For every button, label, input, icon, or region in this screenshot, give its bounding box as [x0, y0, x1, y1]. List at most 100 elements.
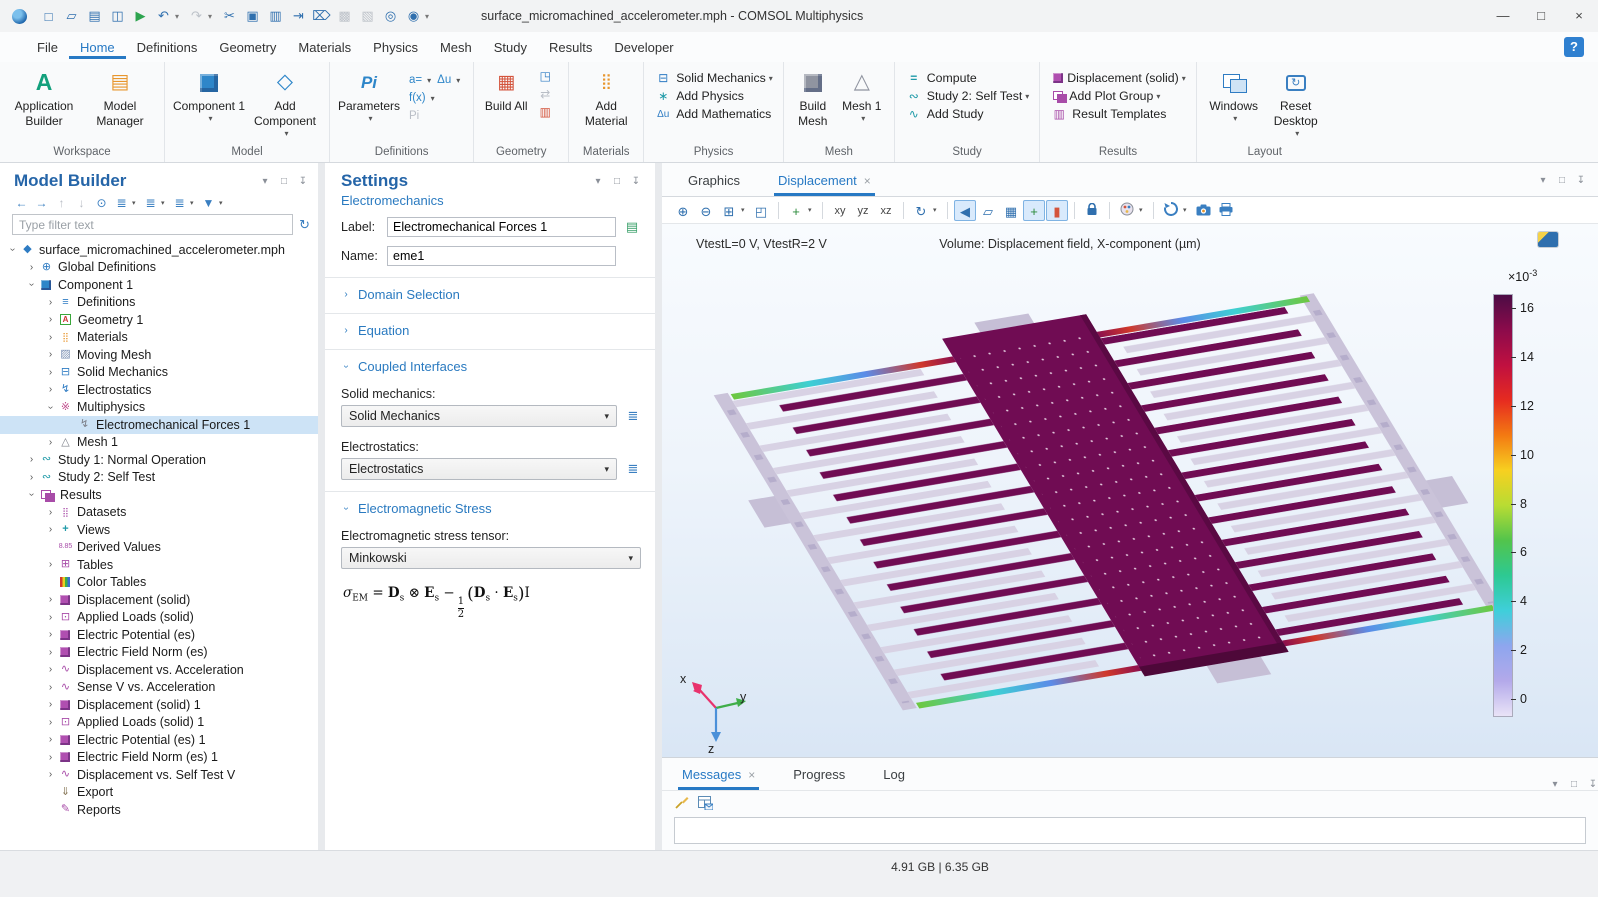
nonlocal-couplings-button[interactable]: Δu▾	[434, 73, 463, 87]
chevron-icon[interactable]: ›	[44, 507, 57, 518]
environment-reflections-button[interactable]: ▱	[977, 200, 999, 221]
tab-log[interactable]: Log	[879, 761, 909, 790]
go-to-source-icon[interactable]: ≣	[625, 461, 641, 477]
import-geometry-icon[interactable]: ◳	[536, 69, 554, 83]
chevron-icon[interactable]: ›	[44, 367, 57, 378]
tree-item-reports[interactable]: ›✎Reports	[0, 801, 318, 819]
tree-item-study-1[interactable]: ›∾Study 1: Normal Operation	[0, 451, 318, 469]
caret-icon[interactable]: ▾	[808, 206, 816, 214]
tree-item-electromechanical-forces[interactable]: ›↯Electromechanical Forces 1	[0, 416, 318, 434]
graphics-canvas[interactable]: VtestL=0 V, VtestR=2 V Volume: Displacem…	[662, 224, 1598, 757]
pane-pin-icon[interactable]: ↧	[1576, 175, 1586, 186]
functions-button[interactable]: f(x)▾	[406, 91, 463, 105]
print-icon[interactable]	[1215, 200, 1237, 221]
lock-icon[interactable]	[1081, 200, 1103, 221]
search-replace-icon[interactable]: ◉	[402, 8, 425, 24]
caret-icon[interactable]: ▾	[933, 206, 941, 214]
section-electromagnetic-stress[interactable]: › Electromagnetic Stress	[341, 501, 641, 516]
zoom-extents-button[interactable]: ◰	[750, 200, 772, 221]
pane-float-icon[interactable]: □	[1557, 175, 1567, 186]
tree-item-electrostatics[interactable]: ›↯Electrostatics	[0, 381, 318, 399]
windows-button[interactable]: Windows▾	[1203, 65, 1265, 124]
physics-interface-selector[interactable]: ⊟ Solid Mechanics▾	[654, 71, 773, 85]
axis-orientation-toggle[interactable]: +	[1023, 200, 1045, 221]
tab-close-icon[interactable]: ×	[748, 768, 755, 782]
add-physics-button[interactable]: ∗ Add Physics	[654, 89, 773, 103]
forward-button[interactable]: →	[32, 196, 51, 210]
quick-access-caret-icon[interactable]: ▾	[425, 12, 435, 21]
view-yz-button[interactable]: yz	[852, 200, 874, 221]
view-xz-button[interactable]: xz	[875, 200, 897, 221]
add-plot-group-button[interactable]: Add Plot Group▾	[1050, 89, 1185, 103]
zoom-box-button[interactable]: ⊞	[718, 200, 740, 221]
chevron-icon[interactable]: ›	[44, 734, 57, 745]
tree-item-displacement-vs-self-test[interactable]: ›∿Displacement vs. Self Test V	[0, 766, 318, 784]
pane-pin-icon[interactable]: ↧	[1588, 779, 1598, 790]
chevron-icon[interactable]: ›	[44, 664, 57, 675]
chevron-icon[interactable]: ›	[44, 682, 57, 693]
study-2-selector[interactable]: ∾ Study 2: Self Test▾	[905, 89, 1029, 103]
chevron-icon[interactable]: ›	[25, 454, 38, 465]
zoom-in-button[interactable]: ⊕	[672, 200, 694, 221]
close-button[interactable]: ×	[1560, 0, 1598, 32]
menu-geometry[interactable]: Geometry	[208, 35, 287, 59]
show-icon[interactable]: ⊙	[92, 196, 111, 210]
undo-icon[interactable]: ↶	[152, 8, 175, 24]
go-to-source-icon[interactable]: ≣	[625, 408, 641, 424]
chevron-icon[interactable]: ›	[25, 472, 38, 483]
caret-icon[interactable]: ▾	[190, 199, 198, 207]
reset-desktop-button[interactable]: ↻ Reset Desktop▾	[1265, 65, 1327, 139]
run-icon[interactable]: ▶	[129, 8, 152, 24]
minimize-button[interactable]: —	[1484, 0, 1522, 32]
delete-icon[interactable]: ⌦	[310, 8, 333, 24]
pane-float-icon[interactable]: □	[279, 176, 289, 187]
tree-item-applied-loads[interactable]: ›⊡Applied Loads (solid)	[0, 609, 318, 627]
pane-float-icon[interactable]: □	[1569, 779, 1579, 790]
tree-item-tables[interactable]: ›⊞Tables	[0, 556, 318, 574]
menu-materials[interactable]: Materials	[287, 35, 362, 59]
model-manager-button[interactable]: ▤ Model Manager	[82, 65, 158, 129]
pane-menu-icon[interactable]: ▾	[593, 176, 603, 187]
cut-icon[interactable]: ✂	[218, 8, 241, 24]
scene-light-toggle[interactable]: ◀	[954, 200, 976, 221]
chevron-icon[interactable]: ›	[44, 297, 57, 308]
tree-item-multiphysics[interactable]: ›※Multiphysics	[0, 399, 318, 417]
tree-item-mesh-1[interactable]: ›△Mesh 1	[0, 434, 318, 452]
chevron-icon[interactable]: ›	[44, 437, 57, 448]
caret-icon[interactable]: ▾	[1139, 206, 1147, 214]
grid-toggle[interactable]: ▦	[1000, 200, 1022, 221]
pane-menu-icon[interactable]: ▾	[1550, 779, 1560, 790]
tree-item-geometry-1[interactable]: ›AGeometry 1	[0, 311, 318, 329]
menu-file[interactable]: File	[26, 35, 69, 59]
section-coupled-interfaces[interactable]: › Coupled Interfaces	[341, 359, 641, 374]
chevron-icon[interactable]: ›	[44, 752, 57, 763]
chevron-icon[interactable]: ›	[44, 332, 57, 343]
compute-button[interactable]: = Compute	[905, 71, 1029, 85]
chevron-icon[interactable]: ›	[44, 717, 57, 728]
menu-developer[interactable]: Developer	[603, 35, 684, 59]
tree-item-moving-mesh[interactable]: ›▨Moving Mesh	[0, 346, 318, 364]
chevron-icon[interactable]: ›	[44, 629, 57, 640]
menu-mesh[interactable]: Mesh	[429, 35, 483, 59]
tab-graphics[interactable]: Graphics	[684, 167, 744, 196]
mesh-1-button[interactable]: △ Mesh 1▾	[836, 65, 888, 124]
stress-tensor-select[interactable]: Minkowski ▾	[341, 547, 641, 569]
copy-icon[interactable]: ▣	[241, 8, 264, 24]
new-file-icon[interactable]: □	[37, 9, 60, 24]
maximize-button[interactable]: □	[1522, 0, 1560, 32]
menu-home[interactable]: Home	[69, 35, 126, 59]
tab-messages[interactable]: Messages×	[678, 761, 759, 790]
build-mesh-button[interactable]: Build Mesh	[790, 65, 836, 129]
refresh-icon[interactable]: ↻	[299, 217, 310, 233]
zoom-out-button[interactable]: ⊖	[695, 200, 717, 221]
duplicate-icon[interactable]: ⇥	[287, 8, 310, 24]
add-material-button[interactable]: ⣿ Add Material	[575, 65, 637, 129]
chevron-icon[interactable]: ›	[26, 488, 37, 501]
tree-item-electric-potential[interactable]: ›Electric Potential (es)	[0, 626, 318, 644]
name-input[interactable]	[387, 246, 616, 266]
application-builder-button[interactable]: A Application Builder	[6, 65, 82, 129]
tree-item-definitions[interactable]: ›≡Definitions	[0, 294, 318, 312]
tree-item-views[interactable]: ›+Views	[0, 521, 318, 539]
model-tree-nodes-button[interactable]: ≣	[170, 196, 189, 210]
parameters-button[interactable]: Pi Parameters▾	[336, 65, 402, 124]
